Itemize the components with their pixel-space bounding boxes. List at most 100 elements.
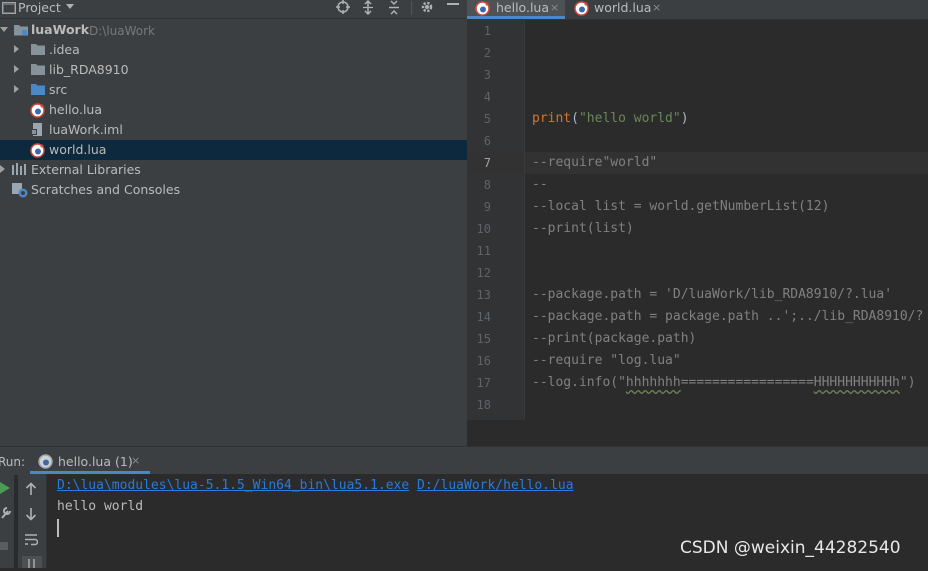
tree-item-world-lua[interactable]: world.lua [0,140,467,160]
tree-root-path: D:\luaWork [89,24,156,38]
tree-item-label: src [49,82,68,97]
console-caret [57,519,59,537]
collapse-all-icon[interactable] [387,0,403,16]
folder-icon [31,63,45,78]
rerun-icon[interactable] [0,482,10,497]
tree-item-hello-lua[interactable]: hello.lua [0,100,467,120]
line-number: 15 [476,332,491,346]
editor-tab-bar: hello.lua × world.lua × [467,0,928,20]
close-icon[interactable]: × [652,0,661,15]
code-token-typo: HHHHHHHHHHh [813,375,900,390]
close-icon[interactable]: × [131,454,140,467]
close-icon[interactable]: × [550,0,559,15]
tree-item-label: luaWork.iml [49,122,123,137]
lua-file-icon [30,143,45,161]
tab-world-lua[interactable]: world.lua × [566,0,666,19]
code-token-paren: ) [680,111,689,126]
tree-item-label: External Libraries [31,162,141,177]
editor-bottom-area [467,420,928,446]
line-number: 6 [483,134,491,148]
code-token-function: print [532,111,572,126]
tree-item-lib-rda8910[interactable]: lib_RDA8910 [0,60,467,80]
line-number: 2 [483,46,491,60]
code-token: ================= [680,375,814,390]
tree-item-label: .idea [49,42,80,57]
line-number: 1 [483,24,491,38]
hide-icon[interactable] [447,3,459,5]
code-line-10: --print(list) [532,221,634,236]
line-number: 9 [483,200,491,214]
line-number: 4 [483,90,491,104]
project-panel-header: Project [0,0,467,19]
scroll-to-end-icon[interactable] [22,556,42,568]
line-number: 11 [476,244,491,258]
gear-icon[interactable] [420,0,436,16]
tree-item-scratches[interactable]: Scratches and Consoles [0,180,467,200]
library-icon [12,163,28,179]
project-icon [2,2,16,17]
tab-label: world.lua [594,0,652,15]
chevron-right-icon[interactable] [14,45,19,53]
tree-item-external-libraries[interactable]: External Libraries [0,160,467,180]
tree-item-luawork-iml[interactable]: luaWork.iml [0,120,467,140]
arrow-up-icon[interactable] [25,482,37,499]
run-action-bar [0,474,14,568]
chevron-down-icon[interactable] [0,27,8,32]
code-line-13: --package.path = 'D/luaWork/lib_RDA8910/… [532,287,893,302]
soft-wrap-icon[interactable] [24,533,39,550]
line-number: 12 [476,266,491,280]
watermark: CSDN @weixin_44282540 [680,538,901,558]
console-exe-link[interactable]: D:\lua\modules\lua-5.1.5_Win64_bin\lua5.… [57,478,409,493]
line-number: 14 [476,310,491,324]
locate-icon[interactable] [336,0,352,16]
wrench-icon[interactable] [0,507,11,522]
code-token: --log.info(" [532,375,626,390]
expand-all-icon[interactable] [361,0,377,16]
tree-item-label: Scratches and Consoles [31,182,181,197]
project-panel-title[interactable]: Project [18,0,61,16]
chevron-right-icon[interactable] [14,85,19,93]
run-label: Run: [0,455,26,469]
tab-label: hello.lua [496,0,550,15]
chevron-right-icon[interactable] [0,165,5,173]
line-number: 7 [483,156,491,170]
tree-item-idea[interactable]: .idea [0,40,467,60]
tree-item-src[interactable]: src [0,80,467,100]
lua-file-icon [30,103,45,121]
iml-file-icon [31,123,44,140]
tab-hello-lua[interactable]: hello.lua × [467,0,565,19]
chevron-down-icon[interactable] [66,4,74,9]
console-output: hello world [57,499,144,514]
lua-file-icon [38,454,53,472]
line-number: 17 [476,376,491,390]
code-token-string: "hello world" [578,111,681,126]
code-line-9: --local list = world.getNumberList(12) [532,199,830,214]
console-script-link[interactable]: D:/luaWork/hello.lua [417,478,574,493]
module-folder-icon [14,23,28,39]
stop-icon[interactable] [0,542,8,550]
code-line-14: --package.path = package.path ..';../lib… [532,309,924,324]
console-command-line: D:\lua\modules\lua-5.1.5_Win64_bin\lua5.… [57,476,574,496]
gutter-divider [524,20,525,420]
line-number: 18 [476,398,491,412]
code-token-paren: ( [571,111,579,126]
line-number: 10 [476,222,491,236]
code-token: ") [899,375,916,390]
chevron-right-icon[interactable] [14,65,19,73]
run-tab-hello-lua[interactable]: hello.lua (1) × [30,447,150,475]
line-number: 3 [483,68,491,82]
code-line-15: --print(package.path) [532,331,697,346]
tree-item-label: hello.lua [49,102,103,117]
code-line-7: --require"world" [532,155,658,170]
line-number: 8 [483,178,491,192]
source-folder-icon [31,83,45,98]
code-token-typo: hhhhhhh [625,375,681,390]
tree-item-label: world.lua [49,142,107,157]
run-tab-label: hello.lua (1) [58,454,133,469]
tree-root-label: luaWork [31,22,90,37]
tree-item-label: lib_RDA8910 [49,62,129,77]
tree-root-luawork[interactable]: luaWork D:\luaWork [0,20,467,40]
console-action-bar [18,474,47,568]
arrow-down-icon[interactable] [25,507,37,524]
lua-file-icon [574,1,589,19]
